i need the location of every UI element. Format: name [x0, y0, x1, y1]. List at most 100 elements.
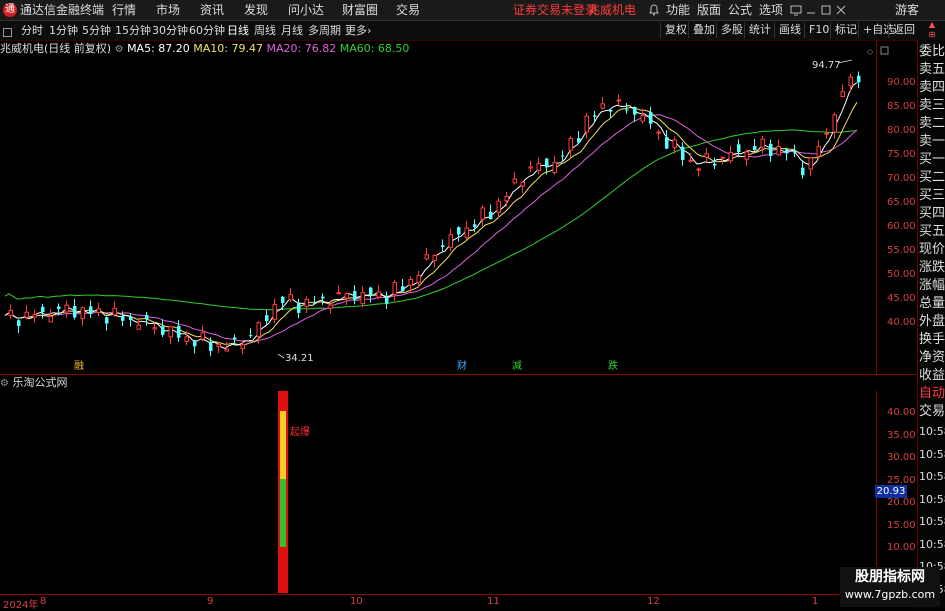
event-marker-drop[interactable]: 跌: [608, 359, 618, 372]
monitor-icon[interactable]: [790, 4, 802, 19]
restore-icon[interactable]: [820, 4, 832, 19]
menu-function[interactable]: 功能: [666, 2, 690, 18]
sub-indicator-title[interactable]: 乐淘公式网: [12, 376, 67, 389]
menu-layout[interactable]: 版面: [697, 2, 721, 18]
minimize-icon[interactable]: [805, 4, 817, 19]
candle-body: [520, 181, 525, 187]
quote-sidebar: ▲ ⊞ 委比 卖五 卖四 卖三 卖二 卖一 买一 买二 买三 买四 买五 现价 涨跌 涨幅 总量 外盘 换手 净资收…: [917, 20, 945, 609]
quote-field-label[interactable]: 外盘: [919, 312, 945, 331]
quote-field-label[interactable]: 换手: [919, 330, 945, 349]
menu-options[interactable]: 选项: [759, 2, 783, 18]
quote-field-label[interactable]: 买三: [919, 186, 945, 205]
menu-ask[interactable]: 问小达: [288, 2, 324, 18]
menu-formula[interactable]: 公式: [728, 2, 752, 18]
close-icon[interactable]: [835, 4, 847, 19]
quote-field-label[interactable]: 卖四: [919, 78, 945, 97]
settings-icon[interactable]: ⚙: [115, 44, 124, 55]
menu-trade[interactable]: 交易: [396, 2, 420, 18]
quote-field-label[interactable]: 现价: [919, 240, 945, 259]
high-price-label: 94.77: [812, 60, 841, 71]
quote-field-label[interactable]: 买五: [919, 222, 945, 241]
candle-body: [416, 274, 421, 283]
adjust-button[interactable]: 复权: [660, 22, 691, 38]
stats-button[interactable]: 统计: [744, 22, 775, 38]
candle-body: [328, 304, 333, 309]
period-weekly[interactable]: 周线: [254, 23, 276, 38]
draw-line-button[interactable]: 画线: [774, 22, 805, 38]
candle-body: [105, 317, 109, 324]
candle-body: [625, 109, 629, 111]
candle-body: [785, 149, 789, 154]
menu-wealth[interactable]: 财富圈: [342, 2, 378, 18]
collapse-icon[interactable]: [3, 26, 12, 40]
diamond-icon[interactable]: ◇: [867, 47, 873, 56]
trade-tab[interactable]: 交易: [919, 402, 945, 421]
quote-field-label[interactable]: 卖二: [919, 114, 945, 133]
quote-field-label[interactable]: 涨幅: [919, 276, 945, 295]
event-marker-reduce[interactable]: 减: [512, 360, 522, 372]
back-button[interactable]: 返回: [888, 22, 919, 38]
quote-field-label[interactable]: 涨跌: [919, 258, 945, 277]
quote-field-label[interactable]: 卖三: [919, 96, 945, 115]
overlay-button[interactable]: 叠加: [688, 22, 719, 38]
signal-label: 起爆: [290, 426, 310, 438]
current-value-badge: 20.93: [875, 485, 907, 498]
quote-field-label[interactable]: 卖一: [919, 132, 945, 151]
period-30min[interactable]: 30分钟: [152, 23, 188, 38]
quote-field-label[interactable]: 收益: [919, 366, 945, 385]
period-1min[interactable]: 1分钟: [49, 23, 78, 38]
user-label[interactable]: 游客: [895, 2, 919, 18]
candle-body: [272, 304, 277, 320]
time-label: 11: [487, 596, 500, 607]
menu-discover[interactable]: 发现: [244, 2, 268, 18]
quote-field-label[interactable]: 委比: [919, 42, 945, 61]
candle-body: [360, 291, 365, 305]
period-60min[interactable]: 60分钟: [189, 23, 225, 38]
title-bar: 通 通达信金融终端 行情 市场 资讯 发现 问小达 财富圈 交易 证券交易未登录…: [0, 0, 945, 21]
multi-stock-button[interactable]: 多股: [716, 22, 747, 38]
sidebar-top-icon[interactable]: ▲ ⊞: [918, 20, 945, 40]
menu-news[interactable]: 资讯: [200, 2, 224, 18]
copy-icon[interactable]: [880, 45, 890, 59]
event-marker-finance[interactable]: 财: [457, 359, 467, 372]
trade-time: 10:58: [919, 515, 945, 528]
candle-body: [369, 287, 373, 296]
event-marker-financing[interactable]: 融: [74, 360, 84, 372]
menu-market[interactable]: 市场: [156, 2, 180, 18]
bell-icon[interactable]: [648, 4, 660, 16]
chevron-right-icon[interactable]: ›: [367, 23, 371, 38]
period-5min[interactable]: 5分钟: [82, 23, 111, 38]
candle-body: [233, 337, 237, 340]
period-multi[interactable]: 多周期: [308, 23, 341, 38]
period-timeshare[interactable]: 分时: [21, 23, 43, 38]
candlestick-chart[interactable]: 94.77 34.21 融 财 减 跌: [0, 56, 875, 374]
price-tick: 50.00: [887, 269, 916, 280]
ma20-line: [4, 114, 858, 343]
quote-field-label[interactable]: 净资: [919, 348, 945, 367]
candle-body: [385, 296, 389, 304]
time-axis: 2024年 8 9 10 11 12 1: [0, 594, 916, 611]
quote-field-label[interactable]: 卖五: [919, 60, 945, 79]
period-more[interactable]: 更多: [345, 23, 367, 38]
quote-field-label[interactable]: 买一: [919, 150, 945, 169]
candle-body: [704, 153, 709, 158]
period-daily[interactable]: 日线: [227, 23, 249, 38]
quote-field-label[interactable]: 买二: [919, 168, 945, 187]
price-tick: 60.00: [887, 221, 916, 232]
menu-quotes[interactable]: 行情: [112, 2, 136, 18]
candle-body: [528, 166, 533, 169]
price-tick: 90.00: [887, 77, 916, 88]
auto-trade-tab[interactable]: 自动: [919, 384, 945, 403]
candle-body: [609, 109, 613, 112]
quote-field-label[interactable]: 买四: [919, 204, 945, 223]
period-15min[interactable]: 15分钟: [115, 23, 151, 38]
mark-button[interactable]: 标记: [830, 22, 861, 38]
quote-field-label[interactable]: 总量: [919, 294, 945, 313]
login-notice[interactable]: 证券交易未登录: [513, 2, 597, 18]
sub-tick: 35.00: [887, 430, 916, 441]
signal-indicator-chart[interactable]: 起爆: [0, 391, 875, 593]
candle-body: [737, 144, 741, 152]
f10-button[interactable]: F10: [804, 22, 833, 38]
settings-icon[interactable]: ⚙: [0, 378, 9, 389]
period-monthly[interactable]: 月线: [281, 23, 303, 38]
